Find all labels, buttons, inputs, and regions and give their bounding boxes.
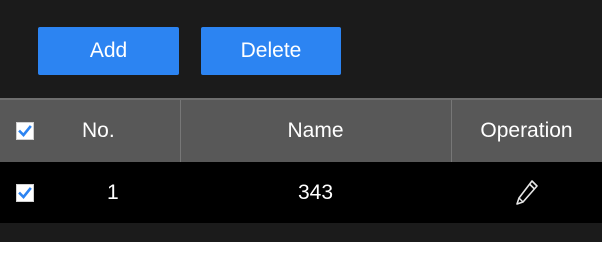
delete-button[interactable]: Delete [201, 27, 341, 75]
edit-pencil-icon[interactable] [515, 179, 539, 207]
row-operation [451, 162, 602, 223]
header-name-label: Name [287, 119, 344, 142]
row-check-cell [0, 162, 50, 223]
row-name-value: 343 [297, 180, 334, 204]
header-no-label: No. [82, 119, 115, 142]
add-button-label: Add [89, 39, 128, 62]
checkmark-icon [18, 186, 32, 199]
header-operation: Operation [451, 100, 602, 162]
row-no: 1 [50, 162, 180, 223]
checkmark-icon [18, 125, 32, 137]
add-button[interactable]: Add [38, 27, 179, 75]
header-no: No. [50, 100, 180, 162]
header-name: Name [180, 100, 451, 162]
row-name: 343 [180, 162, 451, 223]
header-check-cell [0, 100, 50, 162]
user-list-panel: Add Delete No. Name Operation 1 343 [0, 0, 602, 242]
select-all-checkbox[interactable] [16, 122, 34, 140]
table-header: No. Name Operation [0, 98, 602, 162]
header-operation-label: Operation [480, 119, 573, 142]
table-row[interactable]: 1 343 [0, 162, 602, 223]
toolbar: Add Delete [0, 0, 602, 98]
row-no-value: 1 [107, 180, 119, 204]
row-checkbox[interactable] [16, 183, 34, 202]
delete-button-label: Delete [240, 39, 302, 62]
